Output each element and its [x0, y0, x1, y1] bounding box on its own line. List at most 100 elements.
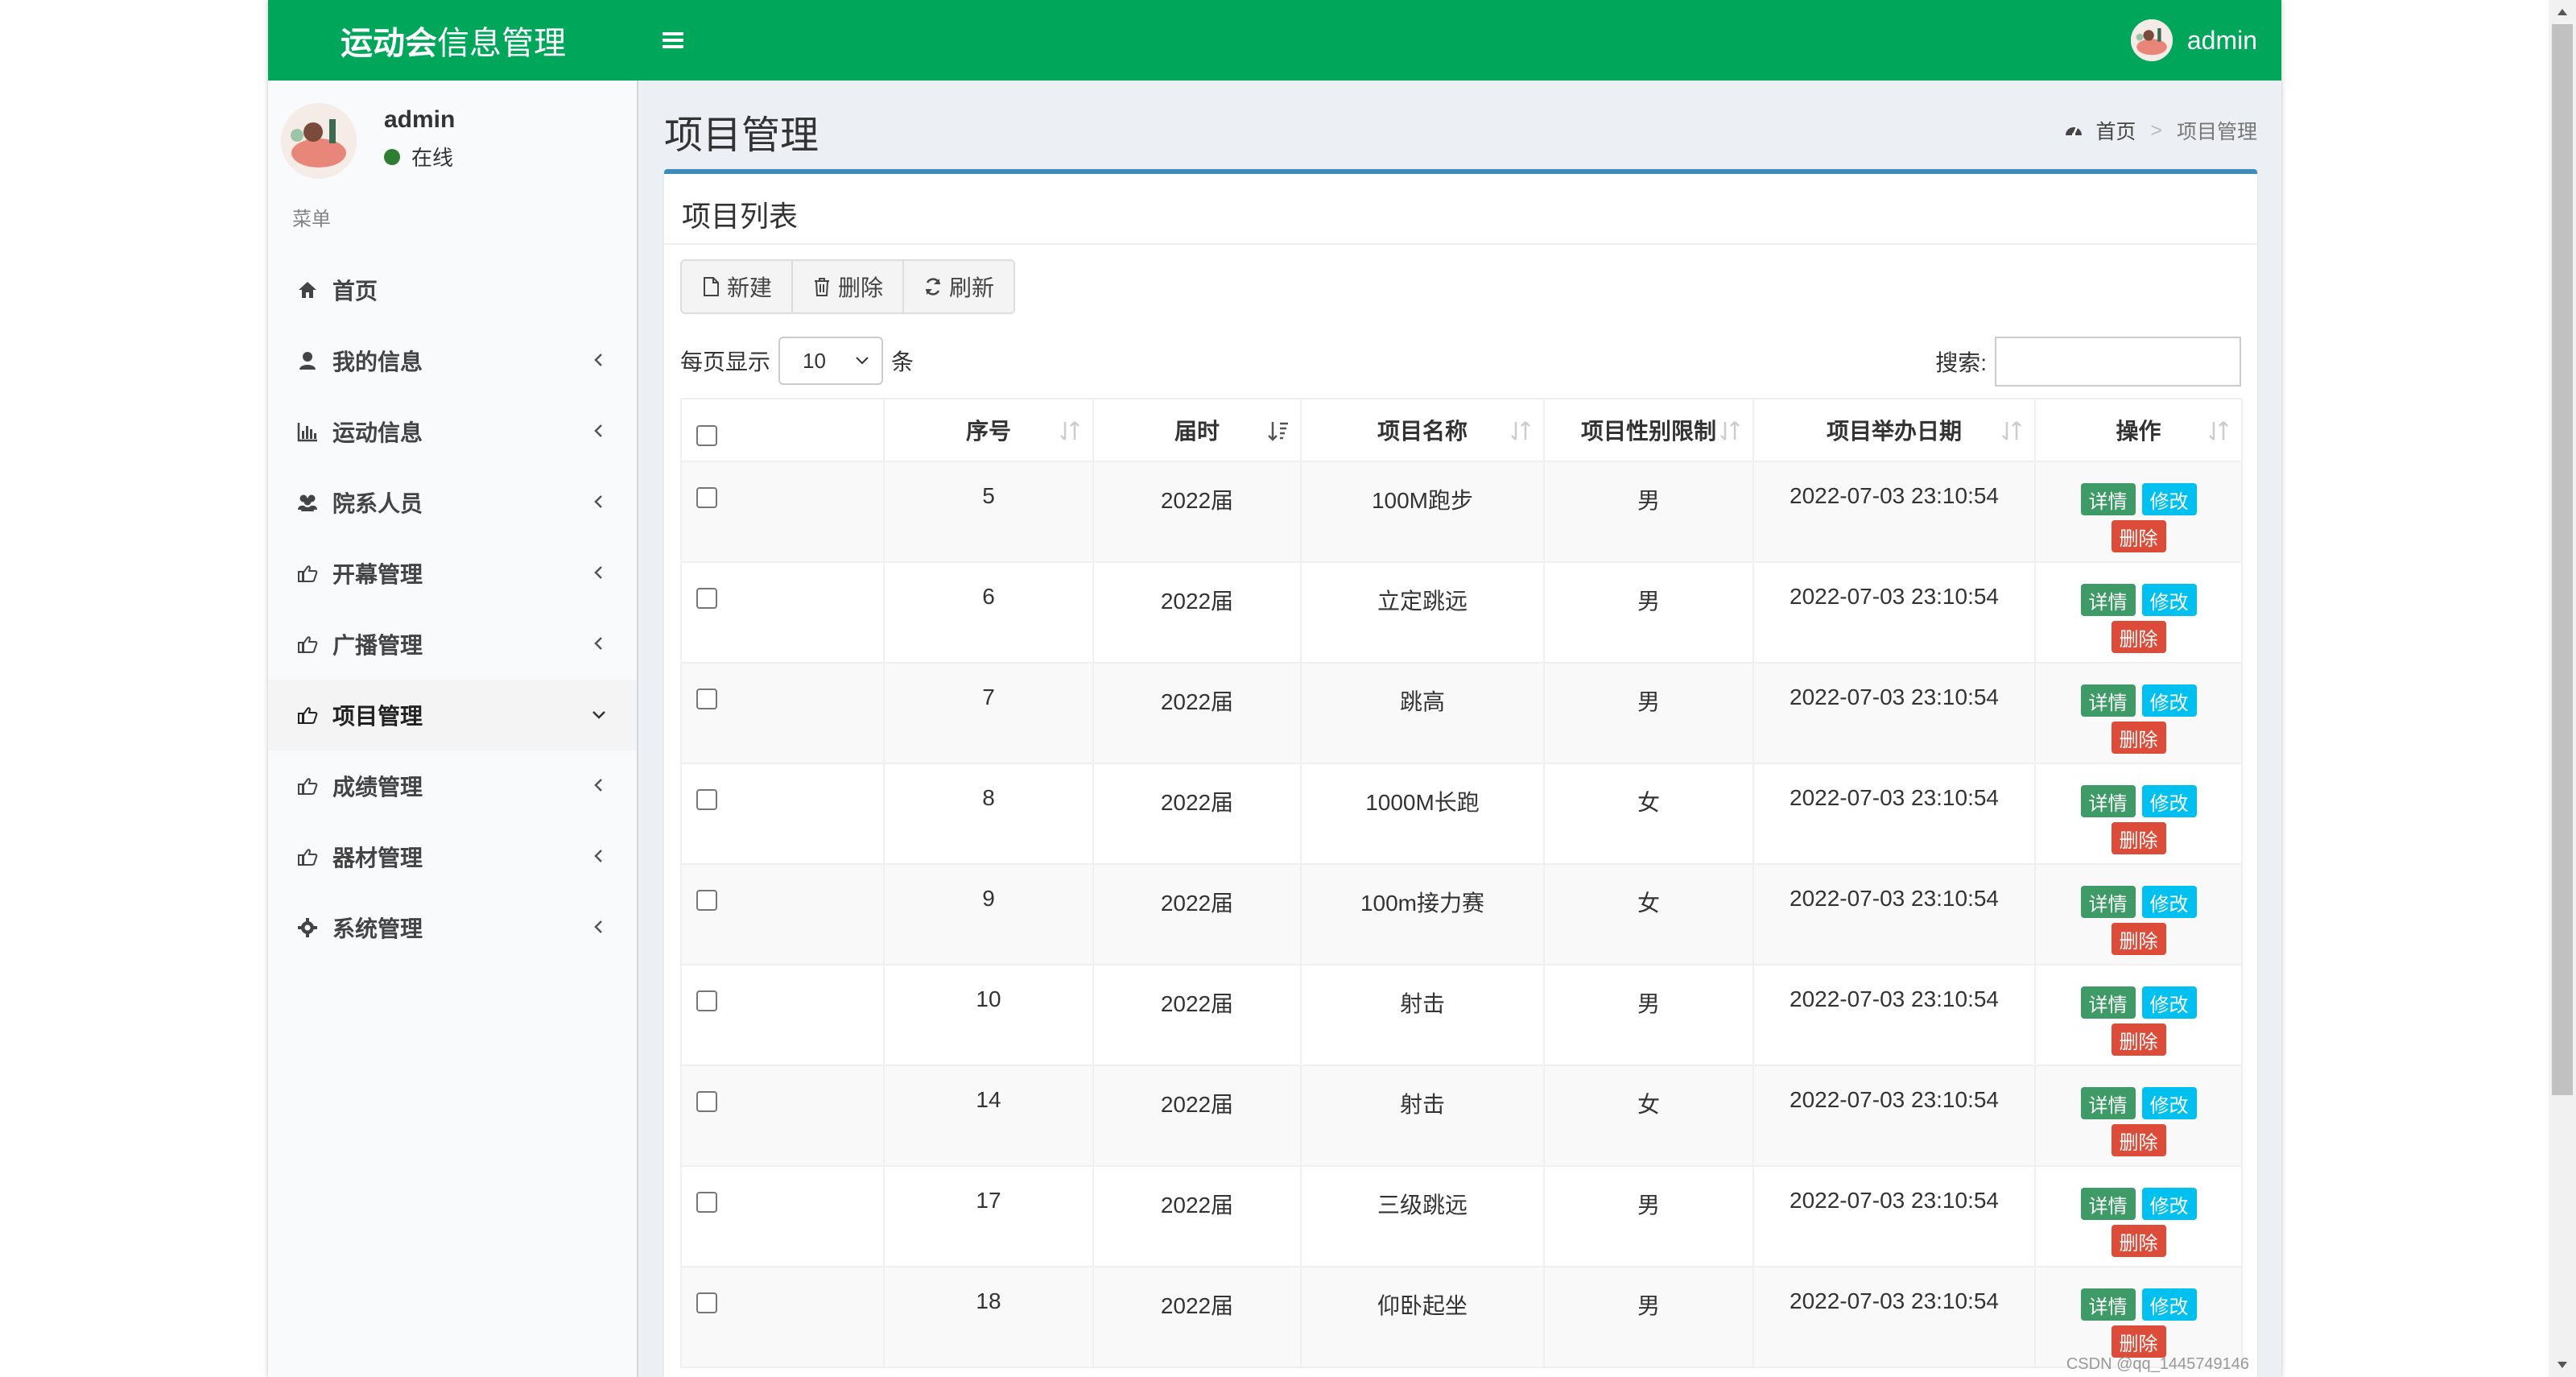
edit-button[interactable]: 修改: [2141, 584, 2197, 616]
hamburger-icon: [663, 32, 683, 48]
sidebar-item-scores[interactable]: 成绩管理: [268, 751, 637, 821]
row-delete-button[interactable]: 删除: [2111, 1325, 2166, 1358]
row-checkbox[interactable]: [696, 889, 717, 911]
edit-button[interactable]: 修改: [2141, 684, 2197, 717]
bar-chart-icon: [297, 423, 317, 442]
sidebar-item-label: 成绩管理: [332, 775, 423, 800]
column-header-label: 操作: [2116, 419, 2161, 444]
edit-button[interactable]: 修改: [2141, 986, 2197, 1019]
detail-button[interactable]: 详情: [2080, 886, 2136, 918]
hand-point-icon: [298, 565, 318, 582]
cell-gender-limit: 男: [1543, 461, 1754, 563]
column-header-session[interactable]: 届时: [1092, 398, 1302, 462]
column-header-actions[interactable]: 操作: [2034, 398, 2243, 462]
status-text: 在线: [411, 146, 454, 170]
home-icon: [299, 282, 316, 298]
sidebar-item-department-staff[interactable]: 院系人员: [268, 467, 637, 538]
sidebar-item-system[interactable]: 系统管理: [268, 892, 637, 963]
refresh-button[interactable]: 刷新: [902, 259, 1016, 314]
breadcrumb-home-link[interactable]: 首页: [2095, 116, 2136, 145]
row-checkbox[interactable]: [696, 486, 717, 508]
row-select-cell: [680, 964, 885, 1066]
detail-button[interactable]: 详情: [2080, 785, 2136, 817]
row-checkbox[interactable]: [696, 788, 717, 810]
detail-button[interactable]: 详情: [2080, 483, 2136, 515]
row-delete-button[interactable]: 删除: [2111, 923, 2166, 955]
column-header-gender-limit[interactable]: 项目性别限制: [1543, 398, 1754, 462]
row-delete-button[interactable]: 删除: [2111, 621, 2166, 653]
sidebar-item-sports-info[interactable]: 运动信息: [268, 396, 637, 467]
sidebar-item-broadcast[interactable]: 广播管理: [268, 609, 637, 680]
edit-button[interactable]: 修改: [2141, 483, 2197, 515]
sort-icon: [2002, 421, 2021, 440]
cell-session: 2022届: [1092, 662, 1302, 764]
sidebar-item-projects[interactable]: 项目管理: [268, 680, 637, 751]
new-button[interactable]: 新建: [680, 259, 794, 314]
cell-project-name: 1000M长跑: [1300, 763, 1545, 865]
cell-id: 5: [883, 461, 1094, 563]
row-delete-button[interactable]: 删除: [2111, 520, 2166, 552]
new-button-label: 新建: [727, 275, 773, 300]
row-checkbox[interactable]: [696, 1191, 717, 1213]
search-control: 搜索:: [1935, 337, 2241, 387]
row-select-cell: [680, 561, 885, 664]
cell-actions: 详情 修改删除: [2034, 1266, 2243, 1368]
page-length-prefix: 每页显示: [680, 349, 771, 374]
detail-button[interactable]: 详情: [2080, 986, 2136, 1019]
page-length-select[interactable]: 10: [778, 337, 884, 385]
row-checkbox[interactable]: [696, 1090, 717, 1112]
scrollbar-thumb[interactable]: [2552, 24, 2573, 1095]
row-delete-button[interactable]: 删除: [2111, 1124, 2166, 1156]
detail-button[interactable]: 详情: [2080, 1288, 2136, 1321]
edit-button[interactable]: 修改: [2141, 886, 2197, 918]
scroll-down-arrow-icon[interactable]: [2556, 1359, 2569, 1371]
cell-gender-limit: 男: [1543, 561, 1754, 664]
scroll-up-arrow-icon[interactable]: [2556, 6, 2569, 18]
delete-button[interactable]: 删除: [791, 259, 905, 314]
detail-button[interactable]: 详情: [2080, 684, 2136, 717]
row-delete-button[interactable]: 删除: [2111, 1023, 2166, 1056]
cell-project-name: 射击: [1300, 964, 1545, 1066]
sidebar-item-home[interactable]: 首页: [268, 254, 637, 325]
edit-button[interactable]: 修改: [2141, 785, 2197, 817]
column-header-id[interactable]: 序号: [883, 398, 1094, 462]
page-length-control: 每页显示 10 条: [680, 337, 914, 385]
column-header-project-name[interactable]: 项目名称: [1300, 398, 1545, 462]
row-delete-button[interactable]: 删除: [2111, 1225, 2166, 1257]
table-row: 18 2022届 仰卧起坐男 2022-07-03 23:10:54 详情 修改 删除: [680, 1266, 2243, 1368]
page-title: 项目管理: [664, 114, 819, 157]
row-checkbox[interactable]: [696, 587, 717, 609]
sidebar-item-equipment[interactable]: 器材管理: [268, 821, 637, 892]
edit-button[interactable]: 修改: [2141, 1288, 2197, 1321]
chevron-left-icon: [594, 566, 602, 579]
edit-button[interactable]: 修改: [2141, 1087, 2197, 1119]
row-checkbox[interactable]: [696, 1292, 717, 1313]
sidebar-item-my-info[interactable]: 我的信息: [268, 325, 637, 396]
sidebar-item-opening[interactable]: 开幕管理: [268, 538, 637, 609]
select-all-checkbox[interactable]: [696, 425, 717, 446]
page-scrollbar[interactable]: [2549, 0, 2576, 1377]
column-header-label: 届时: [1174, 419, 1220, 444]
row-delete-button[interactable]: 删除: [2111, 722, 2166, 754]
column-header-date[interactable]: 项目举办日期: [1752, 398, 2036, 462]
sidebar-item-label: 广播管理: [332, 633, 423, 658]
sidebar-username: admin: [384, 106, 456, 133]
row-delete-button[interactable]: 删除: [2111, 822, 2166, 854]
edit-button[interactable]: 修改: [2141, 1188, 2197, 1220]
sidebar-toggle-button[interactable]: [653, 19, 693, 61]
sort-icon: [1511, 421, 1530, 440]
row-checkbox[interactable]: [696, 688, 717, 709]
cell-date: 2022-07-03 23:10:54: [1752, 461, 2036, 563]
detail-button[interactable]: 详情: [2080, 584, 2136, 616]
row-checkbox[interactable]: [696, 990, 717, 1011]
user-menu[interactable]: admin: [2130, 19, 2257, 61]
app-logo[interactable]: 运动会 信息管理: [268, 0, 638, 81]
chevron-down-icon: [592, 711, 605, 719]
chevron-left-icon: [594, 354, 602, 366]
sort-icon: [2209, 421, 2228, 440]
search-input[interactable]: [1995, 337, 2241, 387]
detail-button[interactable]: 详情: [2080, 1188, 2136, 1220]
cell-date: 2022-07-03 23:10:54: [1752, 763, 2036, 865]
detail-button[interactable]: 详情: [2080, 1087, 2136, 1119]
cell-actions: 详情 修改删除: [2034, 461, 2243, 563]
